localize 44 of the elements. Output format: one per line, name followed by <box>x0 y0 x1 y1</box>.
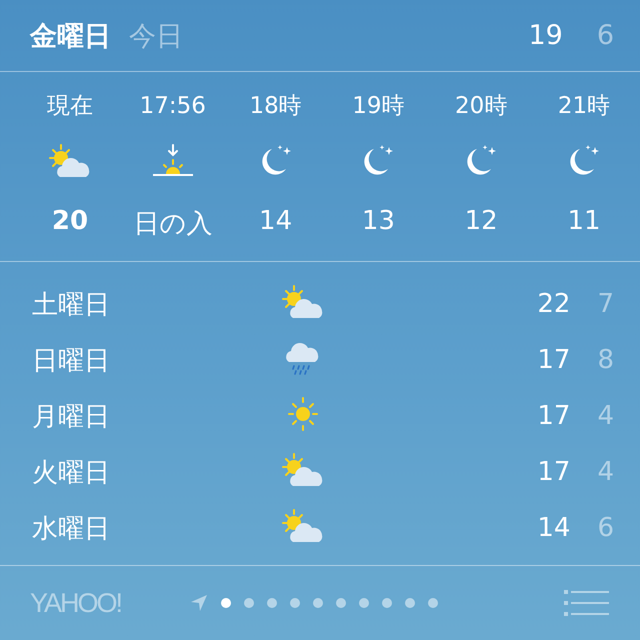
hour-label: 20時 <box>455 92 508 121</box>
day-name: 月曜日 <box>32 400 111 434</box>
page-dot[interactable] <box>267 598 277 608</box>
page-dot[interactable] <box>359 598 369 608</box>
high-temperature: 17 <box>536 457 570 487</box>
page-dot[interactable] <box>221 598 231 608</box>
high-temperature: 22 <box>536 289 570 319</box>
low-temperature: 7 <box>596 289 614 319</box>
day-name: 火曜日 <box>32 456 111 490</box>
high-temperature: 17 <box>536 401 570 431</box>
low-temperature: 8 <box>596 345 614 375</box>
hour-label: 現在 <box>47 92 93 121</box>
page-dot[interactable] <box>290 598 300 608</box>
logo: YAHOO! <box>30 588 122 618</box>
day-name: 日曜日 <box>32 344 111 378</box>
high-temperature: 14 <box>536 513 570 543</box>
today-label: 今日 <box>129 20 183 54</box>
page-dot[interactable] <box>336 598 346 608</box>
low-temperature: 4 <box>596 401 614 431</box>
location-arrow-icon[interactable] <box>190 594 208 612</box>
hour-temperature: 11 <box>567 206 601 236</box>
low-temperature: 4 <box>596 457 614 487</box>
hour-temperature: 12 <box>464 206 498 236</box>
hour-label: 18時 <box>249 92 302 121</box>
high-temperature: 17 <box>536 345 570 375</box>
hour-temperature: 日の入 <box>133 208 212 241</box>
page-dot[interactable] <box>405 598 415 608</box>
day-name: 土曜日 <box>32 288 111 322</box>
hour-label: 19時 <box>352 92 405 121</box>
hour-label: 17:56 <box>140 92 206 121</box>
hour-temperature: 13 <box>362 206 395 236</box>
page-dot[interactable] <box>428 598 438 608</box>
day-name: 水曜日 <box>32 512 111 546</box>
page-dot[interactable] <box>382 598 392 608</box>
page-dot[interactable] <box>313 598 323 608</box>
day-name: 金曜日 <box>30 20 111 54</box>
hour-temperature: 20 <box>52 206 88 236</box>
list-icon[interactable] <box>564 590 610 616</box>
page-dot[interactable] <box>244 598 254 608</box>
low-temperature: 6 <box>596 513 614 543</box>
hour-label: 21時 <box>558 92 610 121</box>
low-temperature: 6 <box>596 20 614 51</box>
high-temperature: 19 <box>528 20 563 51</box>
hour-temperature: 14 <box>259 206 292 236</box>
